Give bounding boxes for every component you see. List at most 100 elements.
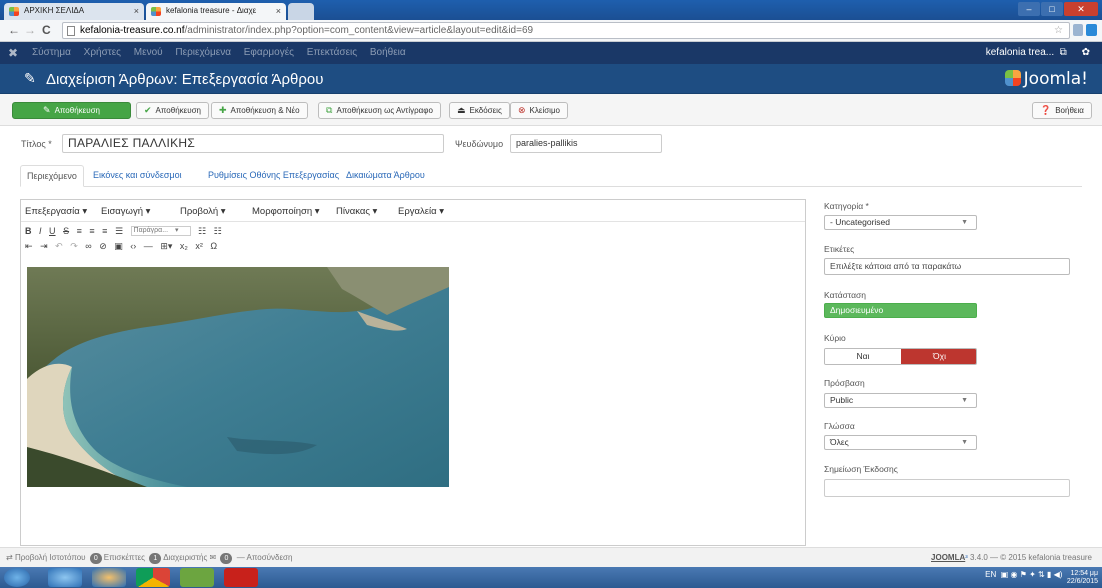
- bold-icon[interactable]: B: [25, 226, 32, 236]
- system-tray: EN ▣ ◉ ⚑ ✦ ⇅ ▮ ◀) 12:54 μμ 22/6/2015: [985, 570, 1098, 586]
- help-button[interactable]: ❓ Βοήθεια: [1032, 102, 1092, 119]
- joomla-logo: Joomla!: [1004, 69, 1088, 89]
- format-select[interactable]: Παράγρα... ▾: [130, 226, 191, 236]
- reload-icon[interactable]: C: [42, 23, 51, 37]
- save-new-button[interactable]: ✚ Αποθήκευση & Νέο: [211, 102, 308, 119]
- view-site-link[interactable]: Προβολή Ιστοτόπου: [15, 553, 86, 562]
- internet-explorer-icon[interactable]: [48, 568, 82, 587]
- special-char-icon[interactable]: Ω: [210, 241, 217, 251]
- table-icon[interactable]: ⊞▾: [160, 241, 172, 252]
- caret-down-icon: ▼: [961, 219, 968, 226]
- browser-tab-admin[interactable]: kefalonia treasure - Διαχε ×: [146, 3, 286, 20]
- skype-extension-icon[interactable]: [1086, 24, 1097, 36]
- align-justify-icon[interactable]: ☰: [115, 226, 123, 237]
- subscript-icon[interactable]: x₂: [180, 241, 188, 251]
- joomla-menu-logo-icon[interactable]: ✖: [8, 46, 18, 60]
- forward-arrow-icon[interactable]: →: [24, 23, 36, 37]
- close-icon[interactable]: ×: [134, 6, 139, 16]
- featured-yes-button[interactable]: Ναι: [825, 349, 901, 364]
- editor-menu-view[interactable]: Προβολή ▾: [180, 206, 226, 217]
- menu-users[interactable]: Χρήστες: [84, 47, 121, 58]
- tags-input[interactable]: Επιλέξτε κάποια από τα παρακάτω: [824, 258, 1070, 275]
- underline-icon[interactable]: U: [49, 226, 56, 236]
- window-close-icon[interactable]: ✕: [1064, 2, 1098, 16]
- language-indicator[interactable]: EN: [985, 570, 996, 579]
- access-select[interactable]: Public ▼: [824, 393, 977, 408]
- close-icon[interactable]: ×: [276, 6, 281, 16]
- tab-permissions[interactable]: Δικαιώματα Άρθρου: [340, 165, 431, 187]
- language-select[interactable]: Όλες ▼: [824, 435, 977, 450]
- menu-extensions[interactable]: Επεκτάσεις: [307, 47, 357, 58]
- close-button[interactable]: ⊗ Κλείσιμο: [510, 102, 568, 119]
- version-note-input[interactable]: [824, 479, 1070, 497]
- apply-button[interactable]: ✎ Αποθήκευση: [12, 102, 131, 119]
- url-input[interactable]: kefalonia-treasure.co.nf/administrator/i…: [62, 22, 1070, 39]
- envelope-icon: ✉: [209, 553, 217, 562]
- save-button[interactable]: ✔ Αποθήκευση: [136, 102, 209, 119]
- italic-icon[interactable]: I: [39, 226, 42, 236]
- align-right-icon[interactable]: ≡: [102, 226, 107, 236]
- title-input[interactable]: ΠΑΡΑΛΙΕΣ ΠΑΛΛΙΚΗΣ: [62, 134, 444, 153]
- horizontal-rule-icon[interactable]: —: [144, 241, 153, 251]
- clock[interactable]: 12:54 μμ 22/6/2015: [1067, 570, 1098, 586]
- maximize-icon[interactable]: □: [1041, 2, 1063, 16]
- menu-system[interactable]: Σύστημα: [32, 47, 71, 58]
- chrome-icon[interactable]: [136, 568, 170, 587]
- logout-link[interactable]: Αποσύνδεση: [247, 553, 293, 562]
- extension-icon[interactable]: [1073, 24, 1083, 36]
- menu-help[interactable]: Βοήθεια: [370, 47, 406, 58]
- menu-components[interactable]: Εφαρμογές: [244, 47, 294, 58]
- editor-menu-insert[interactable]: Εισαγωγή ▾: [101, 206, 150, 217]
- image-icon[interactable]: ▣: [114, 241, 123, 252]
- browser-tab-home[interactable]: ΑΡΧΙΚΗ ΣΕΛΙΔΑ ×: [4, 3, 144, 20]
- featured-toggle: Ναι Όχι: [824, 348, 977, 365]
- menu-content[interactable]: Περιεχόμενα: [175, 47, 231, 58]
- editor-menu-format[interactable]: Μορφοποίηση ▾: [252, 206, 320, 217]
- link-icon[interactable]: ∞: [85, 241, 91, 251]
- editor-menu-edit[interactable]: Επεξεργασία ▾: [25, 206, 87, 217]
- minimize-icon[interactable]: –: [1018, 2, 1040, 16]
- unlink-icon[interactable]: ⊘: [99, 241, 107, 252]
- menu-menus[interactable]: Μενού: [134, 47, 163, 58]
- category-select[interactable]: - Uncategorised ▼: [824, 215, 977, 230]
- tab-images-links[interactable]: Εικόνες και σύνδεσμοι: [87, 165, 188, 187]
- tab-content[interactable]: Περιεχόμενο: [20, 165, 84, 187]
- redo-icon[interactable]: ↷: [70, 241, 78, 252]
- question-icon: ❓: [1040, 105, 1052, 115]
- acrobat-icon[interactable]: [224, 568, 258, 587]
- joomla-link[interactable]: JOOMLA: [931, 553, 965, 562]
- browser-tab-label: ΑΡΧΙΚΗ ΣΕΛΙΔΑ: [24, 6, 85, 15]
- beach-photo[interactable]: [27, 267, 449, 487]
- start-button-icon[interactable]: [4, 568, 30, 587]
- save-copy-label: Αποθήκευση ως Αντίγραφο: [336, 106, 433, 115]
- language-value: Όλες: [830, 437, 849, 447]
- featured-no-button[interactable]: Όχι: [901, 349, 976, 364]
- editor-menu-tools[interactable]: Εργαλεία ▾: [398, 206, 444, 217]
- outdent-icon[interactable]: ⇤: [25, 241, 33, 252]
- editor-menu-table[interactable]: Πίνακας ▾: [336, 206, 377, 217]
- file-explorer-icon[interactable]: [92, 568, 126, 587]
- status-select[interactable]: Δημοσιευμένο: [824, 303, 977, 318]
- article-editor: Επεξεργασία ▾ Εισαγωγή ▾ Προβολή ▾ Μορφο…: [20, 199, 806, 546]
- back-arrow-icon[interactable]: ←: [8, 23, 20, 37]
- indent-icon[interactable]: ⇥: [40, 241, 48, 252]
- alias-input[interactable]: paralies-pallikis: [510, 134, 662, 153]
- app-icon[interactable]: [180, 568, 214, 587]
- strikethrough-icon[interactable]: S: [63, 226, 69, 236]
- joomla-small-icon: ᶟ: [965, 553, 968, 562]
- star-icon[interactable]: ☆: [1054, 23, 1063, 38]
- numbered-list-icon[interactable]: ☷: [214, 226, 222, 237]
- superscript-icon[interactable]: x²: [195, 241, 203, 251]
- versions-button[interactable]: ⏏ Εκδόσεις: [449, 102, 510, 119]
- bullet-list-icon[interactable]: ☷: [198, 226, 206, 237]
- tab-editor-options[interactable]: Ρυθμίσεις Οθόνης Επεξεργασίας: [202, 165, 345, 187]
- code-icon[interactable]: ‹›: [130, 241, 136, 251]
- save-copy-button[interactable]: ⧉ Αποθήκευση ως Αντίγραφο: [318, 102, 441, 119]
- undo-icon[interactable]: ↶: [55, 241, 63, 252]
- gear-icon[interactable]: ✿: [1082, 47, 1090, 58]
- align-left-icon[interactable]: ≡: [77, 226, 82, 236]
- site-link[interactable]: kefalonia trea... ⧉ ✿: [986, 47, 1090, 58]
- align-center-icon[interactable]: ≡: [89, 226, 94, 236]
- access-label: Πρόσβαση: [824, 378, 865, 388]
- new-tab-button[interactable]: [288, 3, 314, 20]
